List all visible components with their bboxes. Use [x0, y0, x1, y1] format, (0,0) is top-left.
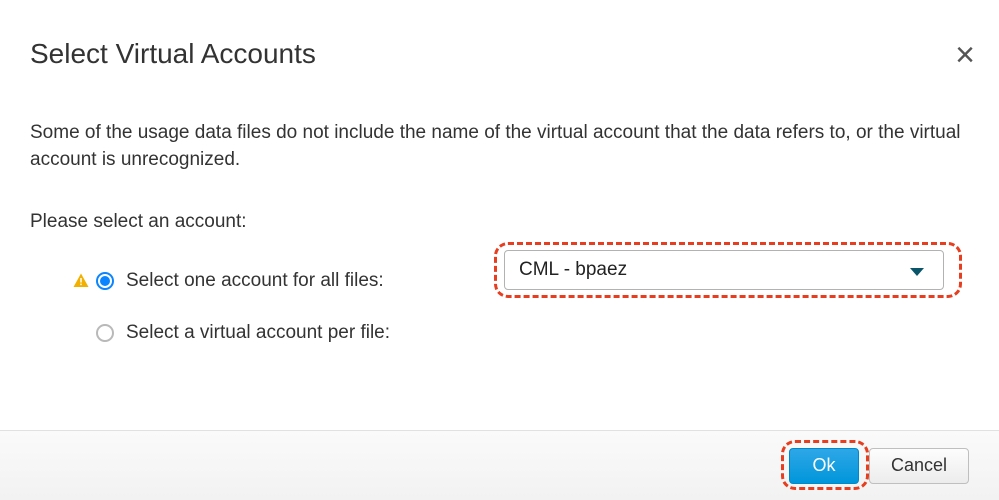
close-button[interactable]: × [955, 38, 975, 72]
cancel-button[interactable]: Cancel [869, 448, 969, 484]
option-per-file-label: Select a virtual account per file: [126, 322, 390, 344]
account-dropdown[interactable]: CML - bpaez [504, 250, 944, 290]
radio-per-file[interactable] [96, 324, 114, 342]
warning-icon [72, 272, 90, 290]
option-all-files-label: Select one account for all files: [126, 270, 384, 292]
account-prompt: Please select an account: [30, 211, 969, 233]
account-dropdown-wrap: CML - bpaez [504, 250, 944, 290]
dialog-title: Select Virtual Accounts [30, 38, 969, 70]
dialog-footer: Ok Cancel [0, 430, 999, 500]
chevron-down-icon [909, 263, 925, 285]
dialog-body: × Select Virtual Accounts Some of the us… [0, 0, 999, 430]
account-dropdown-value: CML - bpaez [519, 259, 627, 281]
ok-button-wrap: Ok [789, 448, 859, 484]
radio-all-files[interactable] [96, 272, 114, 290]
option-per-file-row: Select a virtual account per file: [30, 313, 969, 353]
select-virtual-accounts-dialog: × Select Virtual Accounts Some of the us… [0, 0, 999, 500]
dialog-description: Some of the usage data files do not incl… [30, 120, 969, 173]
ok-button[interactable]: Ok [789, 448, 859, 484]
